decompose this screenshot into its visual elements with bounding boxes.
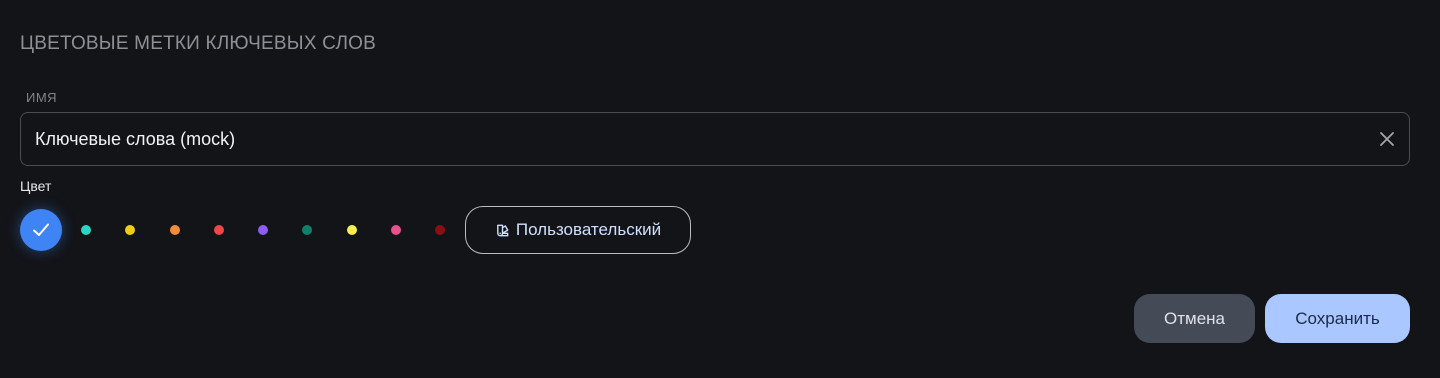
clear-button[interactable] xyxy=(1375,127,1399,151)
color-swatch-dark-red[interactable] xyxy=(435,225,445,235)
color-swatch-red[interactable] xyxy=(214,225,224,235)
color-swatch-blue-selected[interactable] xyxy=(20,209,62,251)
close-icon xyxy=(1380,132,1394,146)
color-swatch-pink[interactable] xyxy=(391,225,401,235)
check-icon xyxy=(33,223,49,236)
palette-icon xyxy=(496,224,509,236)
name-field-label: ИМЯ xyxy=(26,90,58,105)
color-swatch-dark-green[interactable] xyxy=(302,225,312,235)
cancel-label: Отмена xyxy=(1164,308,1225,328)
dialog-title: ЦВЕТОВЫЕ МЕТКИ КЛЮЧЕВЫХ СЛОВ xyxy=(20,33,376,54)
cancel-button[interactable]: Отмена xyxy=(1134,294,1255,343)
color-label: Цвет xyxy=(20,178,52,194)
color-swatch-orange[interactable] xyxy=(170,225,180,235)
color-labels-dialog: ЦВЕТОВЫЕ МЕТКИ КЛЮЧЕВЫХ СЛОВ ИМЯ Цвет По… xyxy=(0,0,1440,378)
color-swatch-yellow[interactable] xyxy=(125,225,135,235)
color-swatch-purple[interactable] xyxy=(258,225,268,235)
custom-color-button[interactable]: Пользовательский xyxy=(465,206,691,254)
save-label: Сохранить xyxy=(1295,308,1380,328)
name-input[interactable] xyxy=(35,113,1355,165)
save-button[interactable]: Сохранить xyxy=(1265,294,1410,343)
color-swatch-teal[interactable] xyxy=(81,225,91,235)
custom-color-label: Пользовательский xyxy=(515,220,662,239)
name-field xyxy=(20,112,1410,166)
color-swatch-light-yellow[interactable] xyxy=(347,225,357,235)
